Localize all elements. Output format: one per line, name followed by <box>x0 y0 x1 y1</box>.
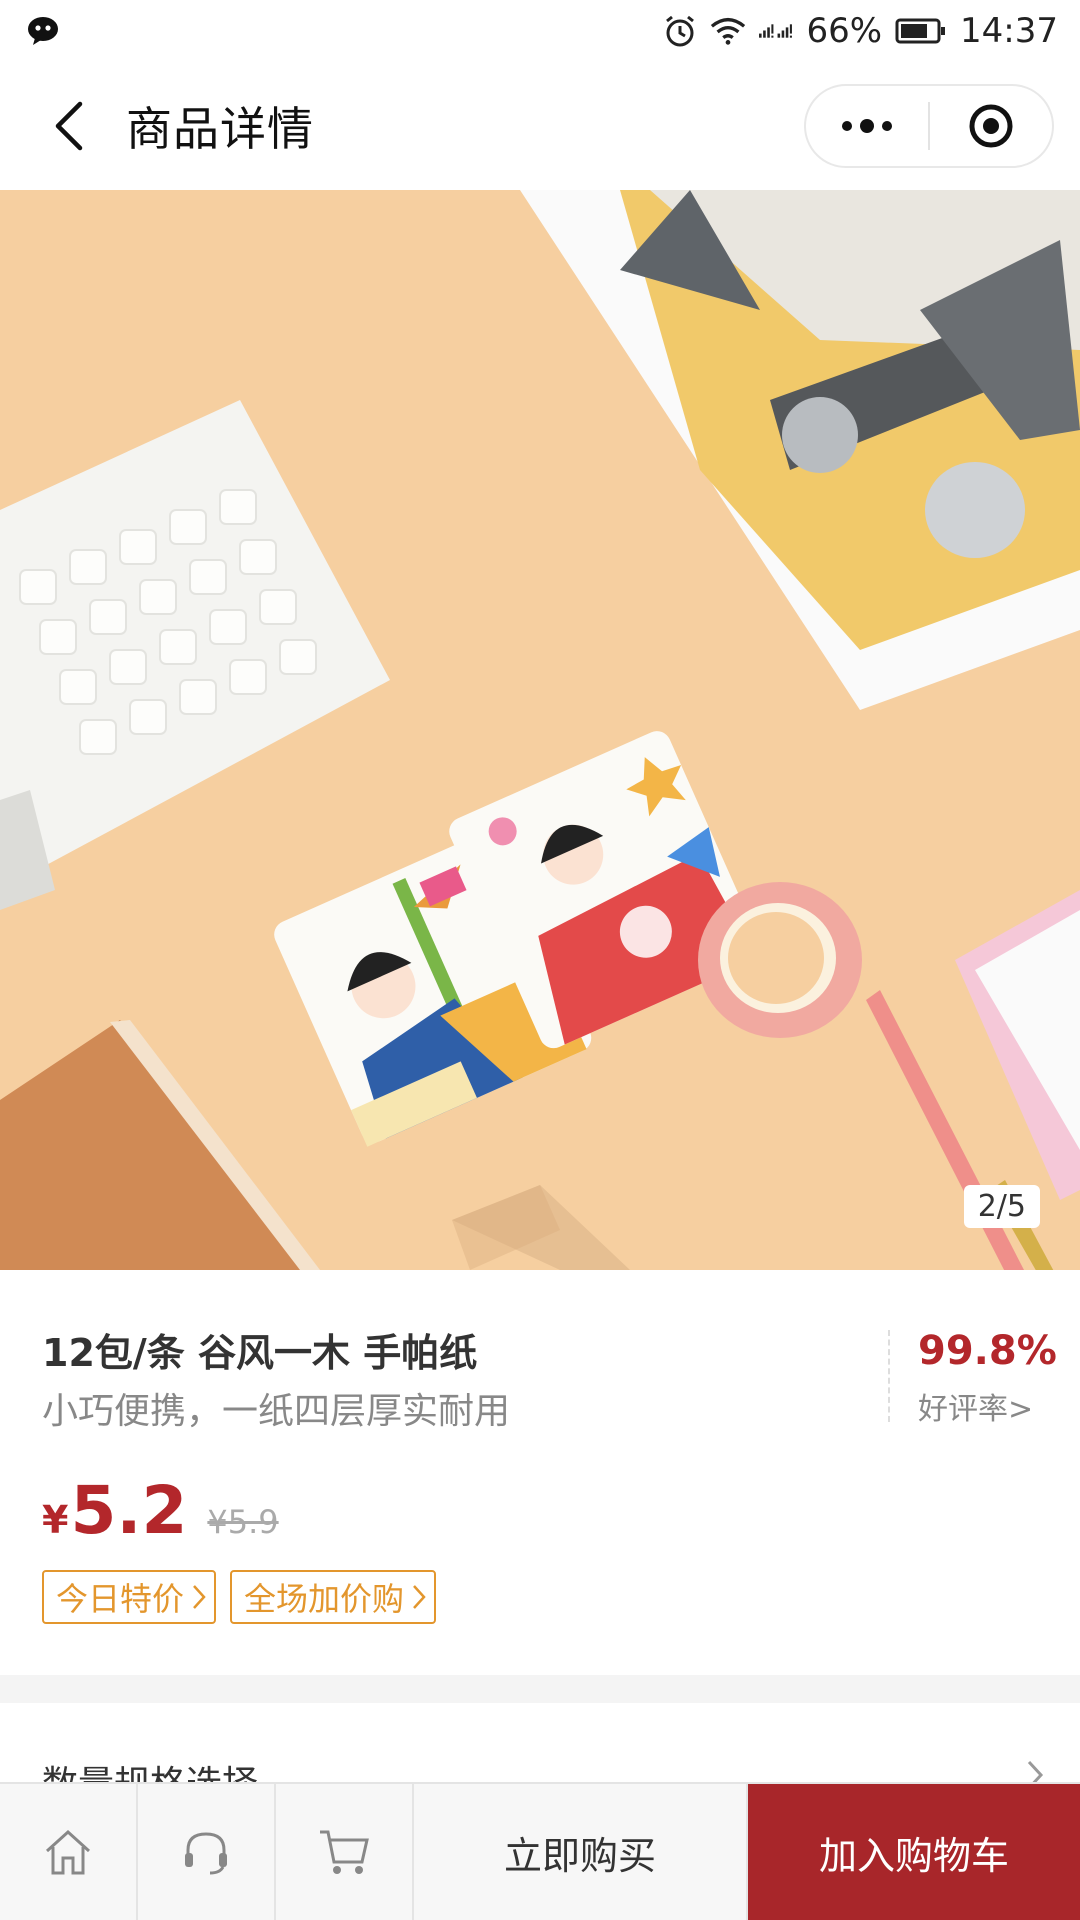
back-button[interactable] <box>20 76 120 176</box>
add-to-cart-button[interactable]: 加入购物车 <box>748 1784 1080 1920</box>
home-icon <box>45 1829 91 1875</box>
buy-now-button[interactable]: 立即购买 <box>414 1784 748 1920</box>
promo-tags: 今日特价 全场加价购 <box>42 1570 437 1624</box>
product-photo <box>0 190 1080 1270</box>
rating-divider <box>888 1330 890 1422</box>
wechat-icon <box>26 13 62 49</box>
product-info: 12包/条 谷风一木 手帕纸 小巧便携，一纸四层厚实耐用 99.8% 好评率> … <box>0 1270 1080 1675</box>
promo-tag-label: 全场加价购 <box>244 1580 405 1618</box>
cart-icon <box>320 1830 369 1874</box>
currency-symbol: ¥ <box>42 1498 69 1542</box>
chevron-right-icon <box>413 1585 426 1609</box>
target-icon <box>969 104 1013 148</box>
product-image-carousel[interactable]: 2/5 <box>0 190 1080 1270</box>
status-bar: 66% 14:37 <box>0 0 1080 62</box>
cart-button[interactable] <box>276 1784 414 1920</box>
chevron-right-icon <box>193 1585 206 1609</box>
page-indicator: 2/5 <box>963 1185 1040 1228</box>
bottom-action-bar: 立即购买 加入购物车 <box>0 1782 1080 1920</box>
page-title: 商品详情 <box>126 102 314 156</box>
close-mini-program-button[interactable] <box>930 86 1052 166</box>
more-button[interactable] <box>806 86 928 166</box>
battery-icon <box>894 13 948 49</box>
product-title: 12包/条 谷风一木 手帕纸 <box>42 1331 478 1375</box>
rating-value[interactable]: 99.8% <box>918 1328 1057 1374</box>
nav-bar: 商品详情 <box>0 62 1080 190</box>
current-price: 5.2 <box>70 1472 188 1549</box>
promo-tag-label: 今日特价 <box>56 1580 185 1618</box>
back-icon <box>55 101 83 151</box>
price-row: ¥ 5.2 ¥5.9 <box>42 1472 279 1549</box>
signal-icon <box>758 13 794 49</box>
product-subtitle: 小巧便携，一纸四层厚实耐用 <box>42 1391 511 1432</box>
mini-program-capsule <box>804 84 1054 168</box>
promo-tag-add-on[interactable]: 全场加价购 <box>230 1570 437 1624</box>
promo-tag-daily-deal[interactable]: 今日特价 <box>42 1570 217 1624</box>
battery-percent: 66% <box>806 11 883 51</box>
customer-service-button[interactable] <box>138 1784 276 1920</box>
clock: 14:37 <box>960 11 1058 51</box>
customer-service-icon <box>185 1832 227 1875</box>
alarm-icon <box>662 13 698 49</box>
home-button[interactable] <box>0 1784 138 1920</box>
wifi-icon <box>710 13 746 49</box>
rating-link[interactable]: 好评率> <box>918 1384 1033 1428</box>
original-price: ¥5.9 <box>207 1503 279 1541</box>
more-icon <box>842 119 892 133</box>
